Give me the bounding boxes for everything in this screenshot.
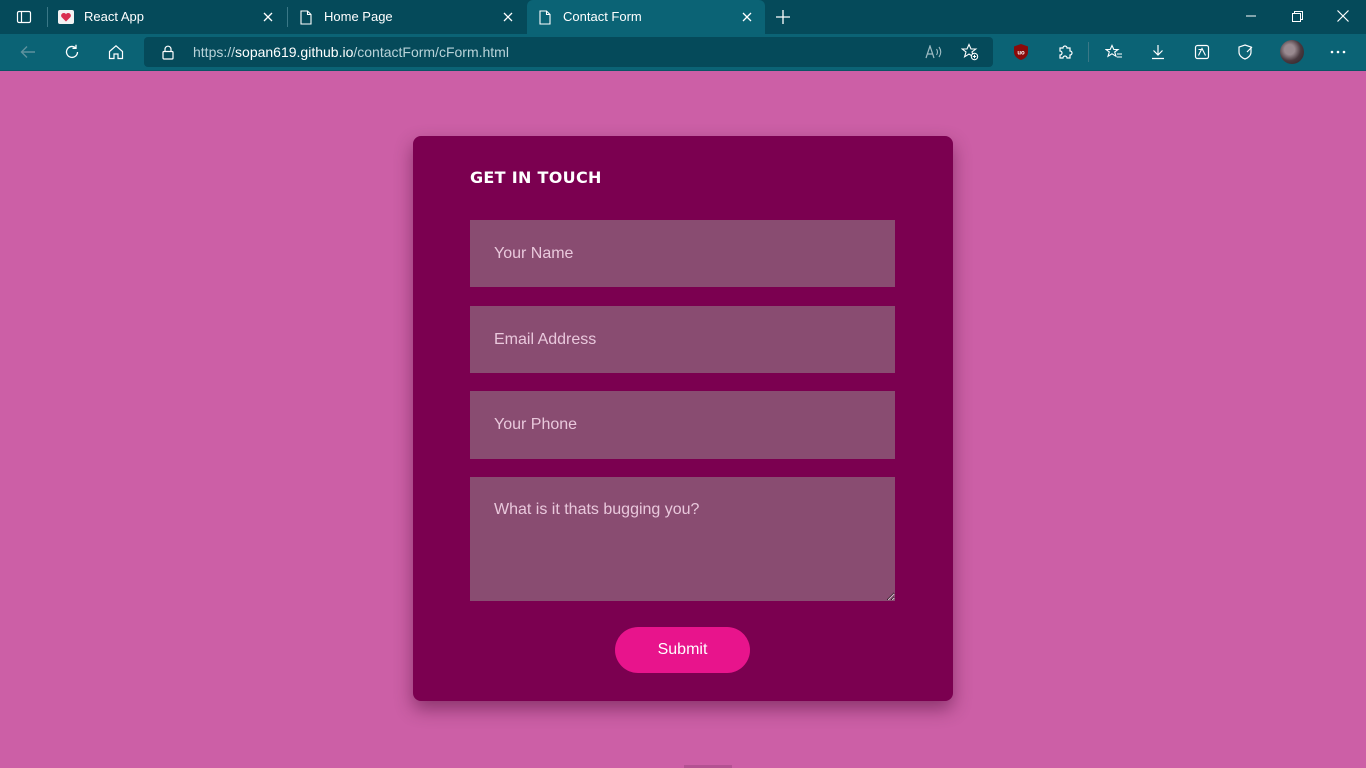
tab-actions-icon [16,10,32,24]
refresh-icon [65,44,79,59]
close-icon [1337,10,1349,22]
downloads-button[interactable] [1144,40,1172,64]
math-solver-button[interactable] [1188,40,1216,64]
add-favorite-icon[interactable] [959,42,981,62]
restore-button[interactable] [1274,0,1320,32]
back-button[interactable] [14,40,42,64]
extensions-button[interactable] [1051,40,1079,64]
browser-essentials-button[interactable] [1232,40,1260,64]
tab-actions-button[interactable] [10,5,38,29]
ublock-extension-button[interactable]: uo [1007,40,1035,64]
back-arrow-icon [20,46,35,58]
favorites-star-icon [1105,44,1122,58]
page-icon [298,9,314,25]
address-bar[interactable]: https://sopan619.github.io/contactForm/c… [144,37,993,67]
url-host: sopan619.github.io [235,44,354,60]
message-textarea[interactable] [470,477,895,601]
lock-icon[interactable] [160,44,176,60]
tab-contact-form[interactable]: Contact Form [527,0,765,34]
more-dots-icon [1330,50,1346,54]
heart-shield-icon [1238,44,1253,60]
browser-toolbar: https://sopan619.github.io/contactForm/c… [0,34,1366,70]
close-tab-icon[interactable] [500,9,516,25]
phone-input[interactable] [470,391,895,459]
puzzle-icon [1059,45,1073,59]
close-tab-icon[interactable] [260,9,276,25]
minimize-icon [1246,15,1256,17]
tab-strip: React App Home Page Contact Form [0,0,1366,34]
chrome-border [0,70,1366,71]
tab-label: Contact Form [563,9,642,24]
tab-label: React App [84,9,144,24]
tab-label: Home Page [324,9,393,24]
settings-menu-button[interactable] [1324,40,1352,64]
close-tab-icon[interactable] [739,9,755,25]
email-input[interactable] [470,306,895,373]
page-icon [537,9,553,25]
url-path: /contactForm/cForm.html [353,44,509,60]
read-aloud-icon[interactable] [923,42,945,62]
profile-avatar[interactable] [1280,40,1304,64]
submit-button[interactable]: Submit [615,627,750,673]
name-input[interactable] [470,220,895,287]
restore-icon [1291,10,1303,22]
url-prefix: https:// [193,44,236,60]
contact-form-card: GET IN TOUCH Submit [413,136,953,701]
svg-text:uo: uo [1017,51,1025,57]
download-icon [1152,45,1164,60]
favorites-button[interactable] [1100,40,1128,64]
heart-favicon-icon [58,9,74,25]
form-title: GET IN TOUCH [470,168,602,187]
home-icon [108,45,124,60]
tab-home-page[interactable]: Home Page [288,0,526,34]
minimize-button[interactable] [1228,0,1274,32]
close-window-button[interactable] [1320,0,1366,32]
url-text[interactable]: https://sopan619.github.io/contactForm/c… [193,44,509,60]
math-solver-icon [1194,44,1210,60]
plus-icon [776,10,790,24]
home-button[interactable] [102,40,130,64]
ublock-shield-icon: uo [1014,44,1028,60]
new-tab-button[interactable] [771,5,795,29]
tab-react-app[interactable]: React App [48,0,286,34]
toolbar-divider [1088,42,1089,62]
refresh-button[interactable] [58,40,86,64]
